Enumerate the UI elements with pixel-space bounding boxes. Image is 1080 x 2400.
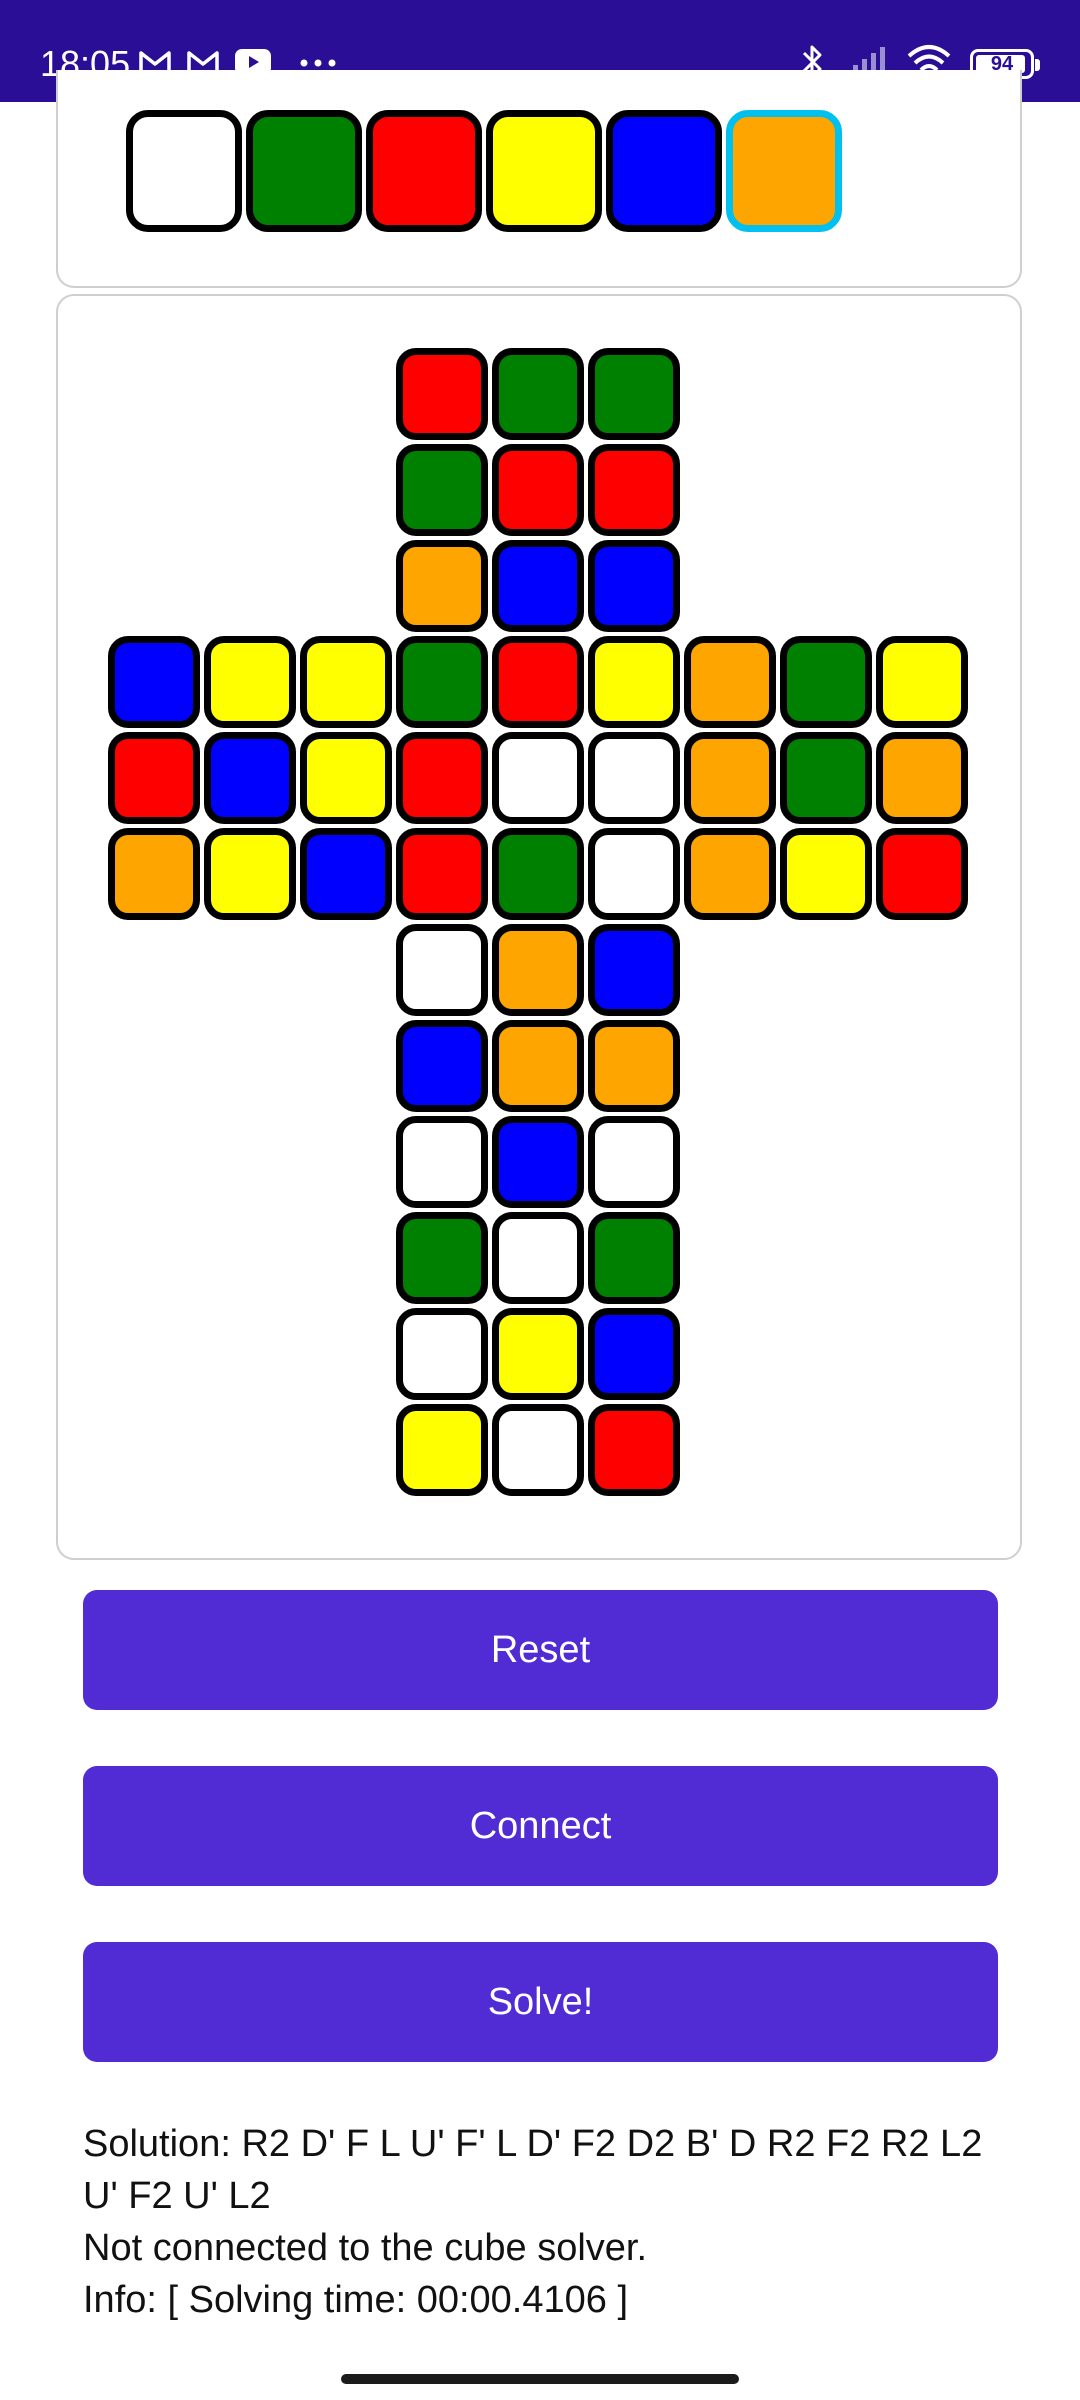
sticker-back-0-2[interactable]: [588, 1212, 680, 1304]
sticker-left-0-1[interactable]: [204, 636, 296, 728]
sticker-back-2-2[interactable]: [588, 1404, 680, 1496]
app-screen: 18:05 94 Reset Connect Solve! Solution: …: [0, 0, 1080, 2400]
swatch-blue[interactable]: [606, 110, 722, 232]
connect-button[interactable]: Connect: [83, 1766, 998, 1886]
sticker-left-2-1[interactable]: [204, 828, 296, 920]
sticker-down-1-0[interactable]: [396, 1020, 488, 1112]
battery-nub: [1035, 59, 1040, 71]
sticker-left-1-0[interactable]: [108, 732, 200, 824]
sticker-front-1-0[interactable]: [396, 732, 488, 824]
connection-status: Not connected to the cube solver.: [83, 2227, 648, 2269]
sticker-left-0-2[interactable]: [300, 636, 392, 728]
sticker-right-0-1[interactable]: [780, 636, 872, 728]
sticker-right-0-0[interactable]: [684, 636, 776, 728]
swatch-orange[interactable]: [726, 110, 842, 232]
sticker-up-1-2[interactable]: [588, 444, 680, 536]
sticker-back-2-1[interactable]: [492, 1404, 584, 1496]
solution-text: Solution: R2 D' F L U' F' L D' F2 D2 B' …: [83, 2123, 983, 2217]
swatch-white[interactable]: [126, 110, 242, 232]
sticker-front-2-0[interactable]: [396, 828, 488, 920]
sticker-front-0-2[interactable]: [588, 636, 680, 728]
sticker-front-0-0[interactable]: [396, 636, 488, 728]
cube-net: [56, 294, 1022, 1560]
sticker-up-2-2[interactable]: [588, 540, 680, 632]
sticker-up-0-2[interactable]: [588, 348, 680, 440]
sticker-right-0-2[interactable]: [876, 636, 968, 728]
sticker-back-1-0[interactable]: [396, 1308, 488, 1400]
sticker-down-2-1[interactable]: [492, 1116, 584, 1208]
sticker-right-2-0[interactable]: [684, 828, 776, 920]
sticker-down-1-2[interactable]: [588, 1020, 680, 1112]
sticker-down-0-1[interactable]: [492, 924, 584, 1016]
sticker-back-2-0[interactable]: [396, 1404, 488, 1496]
sticker-back-0-1[interactable]: [492, 1212, 584, 1304]
sticker-right-1-0[interactable]: [684, 732, 776, 824]
sticker-left-2-0[interactable]: [108, 828, 200, 920]
sticker-up-0-1[interactable]: [492, 348, 584, 440]
sticker-up-1-1[interactable]: [492, 444, 584, 536]
sticker-back-1-2[interactable]: [588, 1308, 680, 1400]
reset-button[interactable]: Reset: [83, 1590, 998, 1710]
solving-info: Info: [ Solving time: 00:00.4106 ]: [83, 2279, 629, 2321]
color-palette: [56, 70, 1022, 288]
home-indicator[interactable]: [341, 2374, 739, 2384]
sticker-down-1-1[interactable]: [492, 1020, 584, 1112]
sticker-back-0-0[interactable]: [396, 1212, 488, 1304]
sticker-down-2-2[interactable]: [588, 1116, 680, 1208]
sticker-left-2-2[interactable]: [300, 828, 392, 920]
sticker-up-2-0[interactable]: [396, 540, 488, 632]
sticker-front-2-2[interactable]: [588, 828, 680, 920]
sticker-up-2-1[interactable]: [492, 540, 584, 632]
sticker-down-0-0[interactable]: [396, 924, 488, 1016]
sticker-right-2-2[interactable]: [876, 828, 968, 920]
sticker-left-0-0[interactable]: [108, 636, 200, 728]
sticker-up-1-0[interactable]: [396, 444, 488, 536]
sticker-front-2-1[interactable]: [492, 828, 584, 920]
sticker-front-1-1[interactable]: [492, 732, 584, 824]
sticker-down-0-2[interactable]: [588, 924, 680, 1016]
sticker-right-1-2[interactable]: [876, 732, 968, 824]
swatch-green[interactable]: [246, 110, 362, 232]
sticker-right-1-1[interactable]: [780, 732, 872, 824]
sticker-left-1-2[interactable]: [300, 732, 392, 824]
swatch-red[interactable]: [366, 110, 482, 232]
sticker-front-1-2[interactable]: [588, 732, 680, 824]
sticker-up-0-0[interactable]: [396, 348, 488, 440]
sticker-left-1-1[interactable]: [204, 732, 296, 824]
solve-button[interactable]: Solve!: [83, 1942, 998, 2062]
sticker-down-2-0[interactable]: [396, 1116, 488, 1208]
sticker-right-2-1[interactable]: [780, 828, 872, 920]
sticker-front-0-1[interactable]: [492, 636, 584, 728]
sticker-back-1-1[interactable]: [492, 1308, 584, 1400]
swatch-yellow[interactable]: [486, 110, 602, 232]
